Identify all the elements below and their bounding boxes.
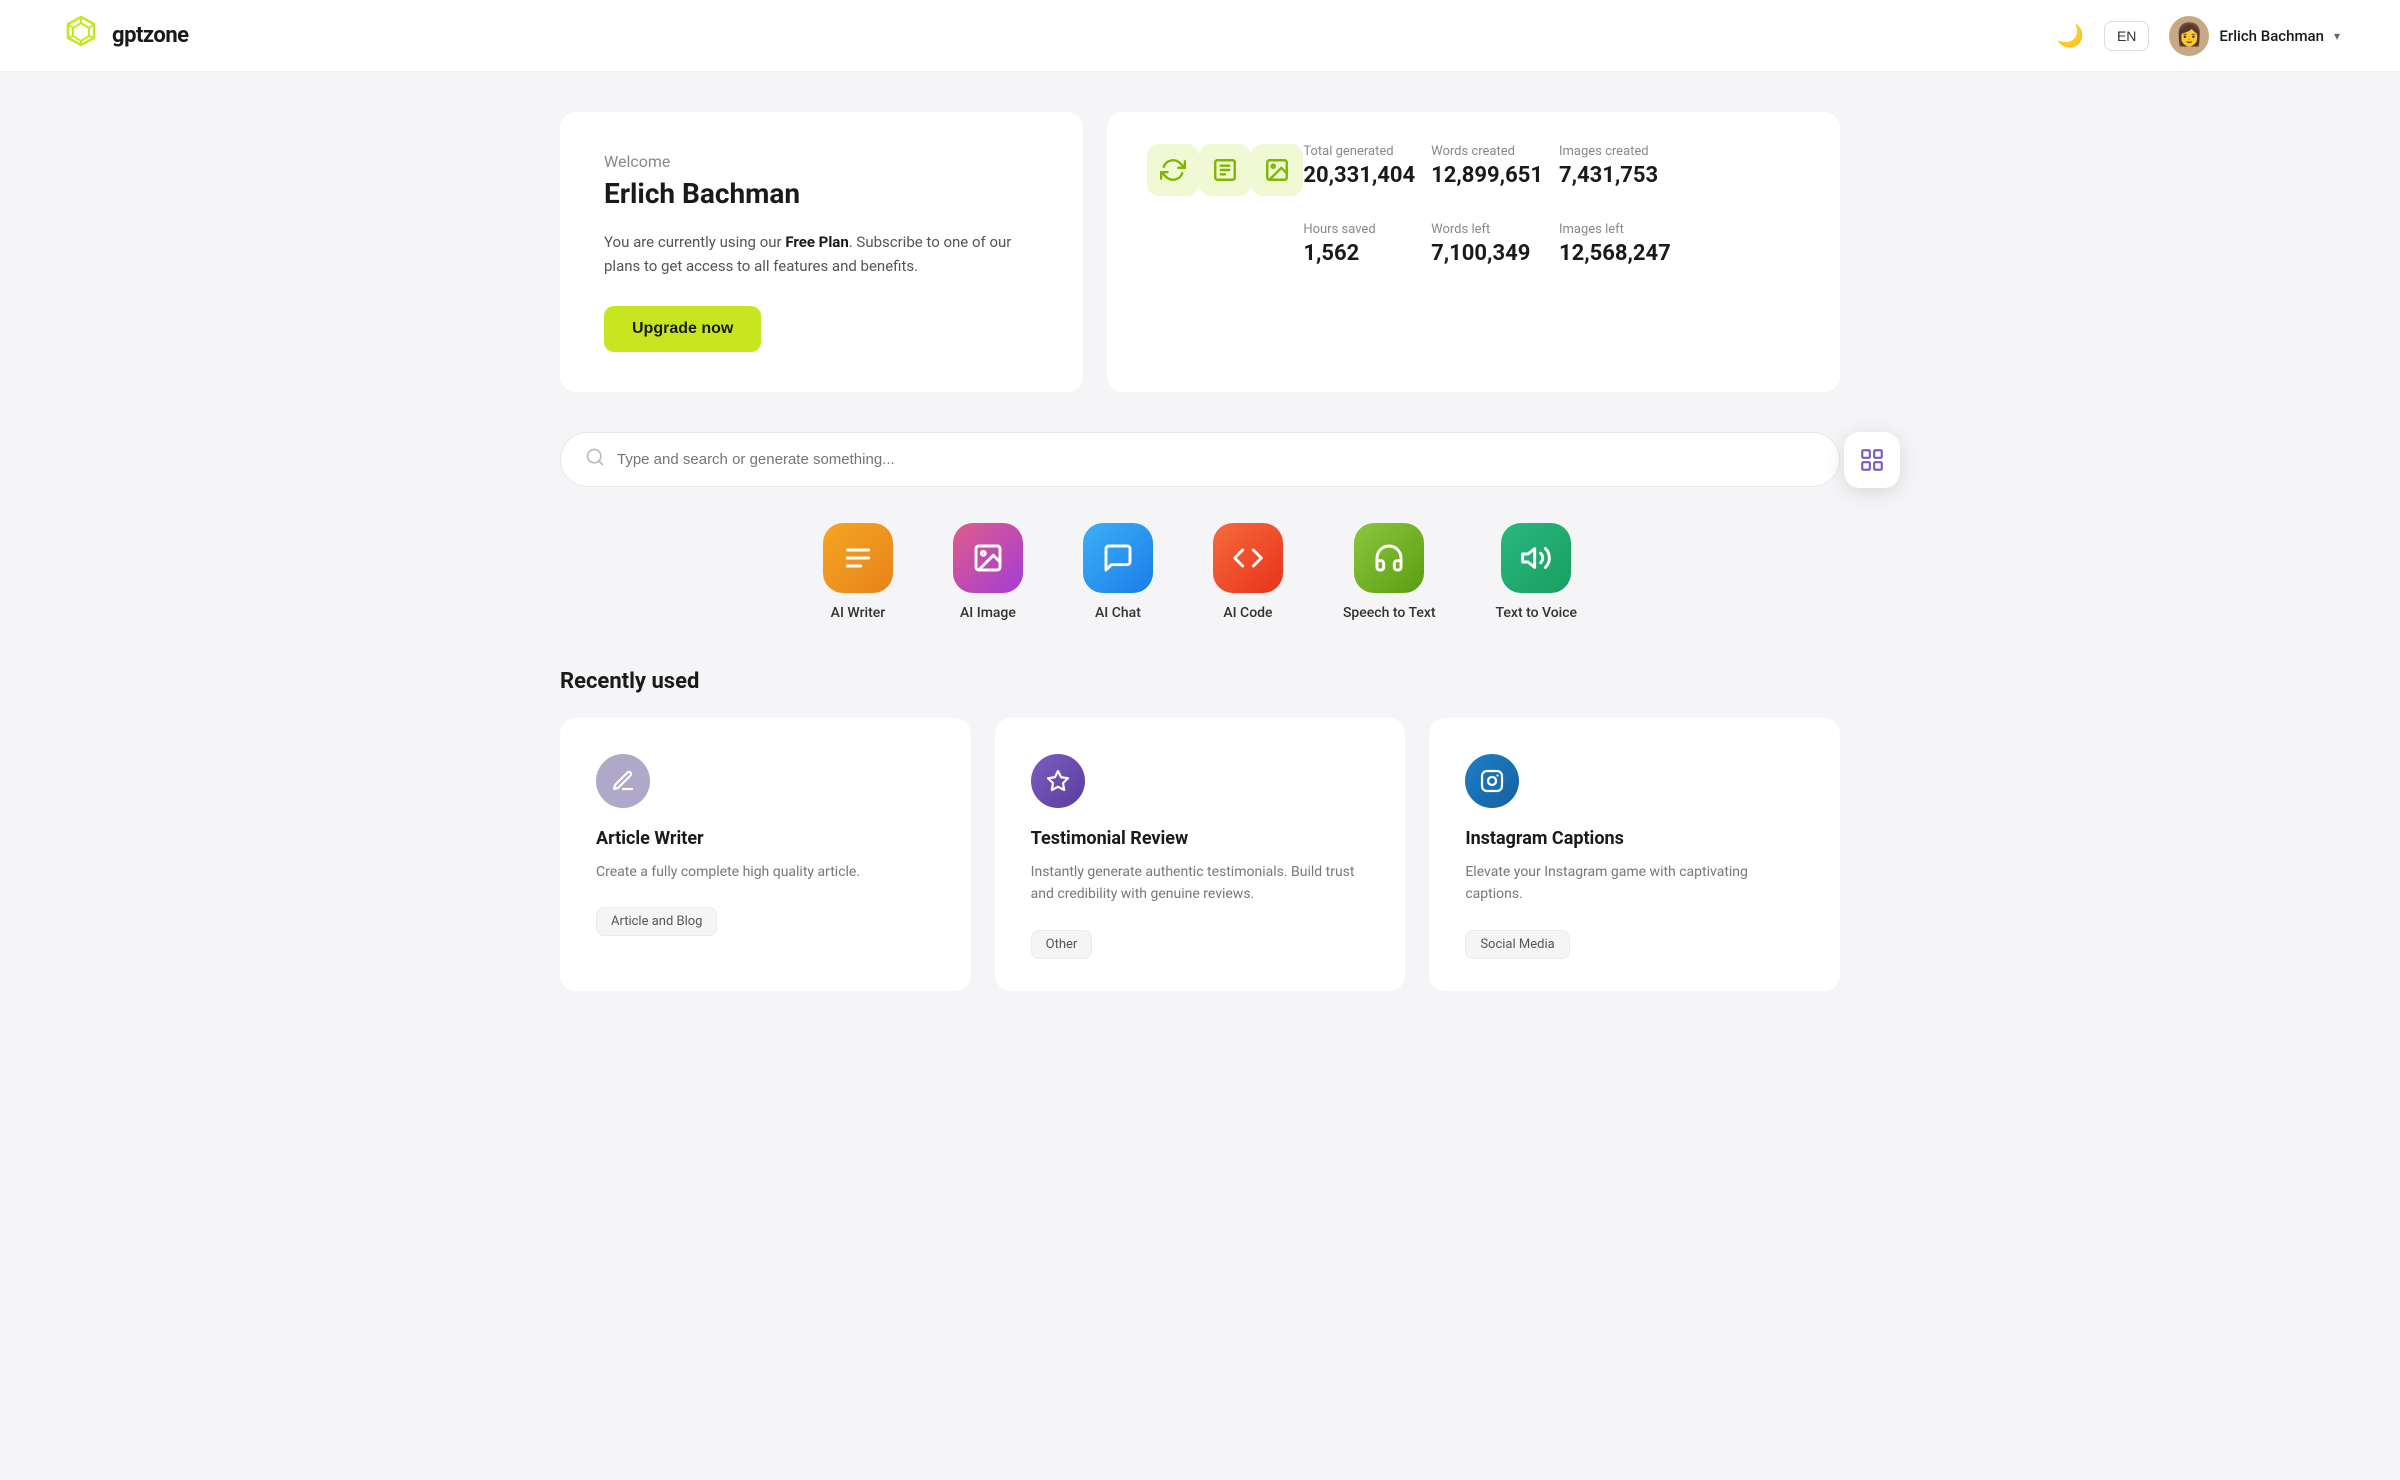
instagram-captions-title: Instagram Captions (1465, 828, 1804, 849)
header-right: 🌙 EN 👩 Erlich Bachman ▾ (2057, 16, 2340, 56)
cards-row: Article Writer Create a fully complete h… (560, 718, 1840, 991)
images-left-value: 12,568,247 (1559, 241, 1671, 266)
total-generated-value: 20,331,404 (1303, 163, 1415, 188)
logo[interactable]: gptzone (60, 13, 189, 59)
article-writer-desc: Create a fully complete high quality art… (596, 861, 935, 883)
ai-code-icon (1213, 523, 1283, 593)
ai-image-icon (953, 523, 1023, 593)
article-writer-tag[interactable]: Article and Blog (596, 907, 717, 936)
welcome-desc-plain: You are currently using our (604, 233, 785, 251)
images-left-stat: Images left 12,568,247 (1559, 222, 1671, 280)
dark-mode-button[interactable]: 🌙 (2057, 23, 2084, 49)
search-section (560, 432, 1840, 487)
header: gptzone 🌙 EN 👩 Erlich Bachman ▾ (0, 0, 2400, 72)
words-created-label: Words created (1431, 144, 1543, 159)
article-writer-title: Article Writer (596, 828, 935, 849)
stats-values-grid: Total generated 20,331,404 Words created… (1303, 144, 1670, 279)
instagram-card-icon (1465, 754, 1519, 808)
images-created-label: Images created (1559, 144, 1671, 159)
hours-saved-value: 1,562 (1303, 241, 1415, 266)
tool-speech-to-text[interactable]: Speech to Text (1343, 523, 1436, 621)
top-row: Welcome Erlich Bachman You are currently… (560, 112, 1840, 392)
tool-ai-image[interactable]: AI Image (953, 523, 1023, 621)
tool-ai-chat[interactable]: AI Chat (1083, 523, 1153, 621)
words-created-value: 12,899,651 (1431, 163, 1543, 188)
search-input[interactable] (617, 451, 1815, 468)
total-generated-stat: Total generated 20,331,404 (1303, 144, 1415, 202)
welcome-card: Welcome Erlich Bachman You are currently… (560, 112, 1083, 392)
testimonial-review-desc: Instantly generate authentic testimonial… (1031, 861, 1370, 906)
text-icon (1199, 144, 1251, 196)
ai-writer-label: AI Writer (831, 605, 886, 621)
welcome-label: Welcome (604, 152, 1039, 171)
floating-grid-icon[interactable] (1844, 432, 1900, 488)
image-icon (1251, 144, 1303, 196)
text-to-voice-label: Text to Voice (1496, 605, 1578, 621)
stats-icons-row (1147, 144, 1303, 259)
testimonial-card-icon (1031, 754, 1085, 808)
testimonial-review-title: Testimonial Review (1031, 828, 1370, 849)
total-generated-label: Total generated (1303, 144, 1415, 159)
hours-saved-stat: Hours saved 1,562 (1303, 222, 1415, 280)
refresh-icon (1147, 144, 1199, 196)
hours-saved-label: Hours saved (1303, 222, 1415, 237)
upgrade-now-button[interactable]: Upgrade now (604, 306, 761, 352)
avatar: 👩 (2169, 16, 2209, 56)
tool-text-to-voice[interactable]: Text to Voice (1496, 523, 1578, 621)
user-menu[interactable]: 👩 Erlich Bachman ▾ (2169, 16, 2340, 56)
recently-used-section: Recently used Article Writer Create a fu… (560, 669, 1840, 991)
chevron-down-icon: ▾ (2334, 29, 2340, 43)
language-button[interactable]: EN (2104, 21, 2149, 51)
search-wrapper (560, 432, 1840, 487)
tool-ai-writer[interactable]: AI Writer (823, 523, 893, 621)
ai-chat-label: AI Chat (1095, 605, 1141, 621)
search-bar (560, 432, 1840, 487)
instagram-captions-desc: Elevate your Instagram game with captiva… (1465, 861, 1804, 906)
images-created-stat: Images created 7,431,753 (1559, 144, 1671, 202)
images-created-value: 7,431,753 (1559, 163, 1671, 188)
images-icon-cell (1251, 144, 1303, 259)
instagram-captions-tag[interactable]: Social Media (1465, 930, 1569, 959)
user-name-label: Erlich Bachman (2219, 27, 2324, 45)
search-icon (585, 447, 605, 472)
words-left-value: 7,100,349 (1431, 241, 1543, 266)
instagram-captions-card[interactable]: Instagram Captions Elevate your Instagra… (1429, 718, 1840, 991)
ai-code-label: AI Code (1223, 605, 1272, 621)
words-icon-cell (1199, 144, 1251, 259)
welcome-desc: You are currently using our Free Plan. S… (604, 230, 1039, 278)
tool-ai-code[interactable]: AI Code (1213, 523, 1283, 621)
main-content: Welcome Erlich Bachman You are currently… (500, 72, 1900, 1031)
logo-icon (60, 13, 102, 59)
images-left-label: Images left (1559, 222, 1671, 237)
words-left-label: Words left (1431, 222, 1543, 237)
ai-chat-icon (1083, 523, 1153, 593)
words-left-stat: Words left 7,100,349 (1431, 222, 1543, 280)
article-writer-card-icon (596, 754, 650, 808)
speech-to-text-icon (1354, 523, 1424, 593)
tools-row: AI Writer AI Image AI Chat (560, 523, 1840, 621)
stats-card: Total generated 20,331,404 Words created… (1107, 112, 1840, 392)
ai-writer-icon (823, 523, 893, 593)
speech-to-text-label: Speech to Text (1343, 605, 1436, 621)
testimonial-review-card[interactable]: Testimonial Review Instantly generate au… (995, 718, 1406, 991)
article-writer-card[interactable]: Article Writer Create a fully complete h… (560, 718, 971, 991)
ai-image-label: AI Image (960, 605, 1016, 621)
logo-text: gptzone (112, 23, 189, 48)
testimonial-review-tag[interactable]: Other (1031, 930, 1093, 959)
words-created-stat: Words created 12,899,651 (1431, 144, 1543, 202)
total-generated-icon-cell (1147, 144, 1199, 259)
text-to-voice-icon (1501, 523, 1571, 593)
welcome-plan-bold: Free Plan (785, 233, 848, 251)
recently-used-title: Recently used (560, 669, 1840, 694)
welcome-name: Erlich Bachman (604, 177, 1039, 210)
